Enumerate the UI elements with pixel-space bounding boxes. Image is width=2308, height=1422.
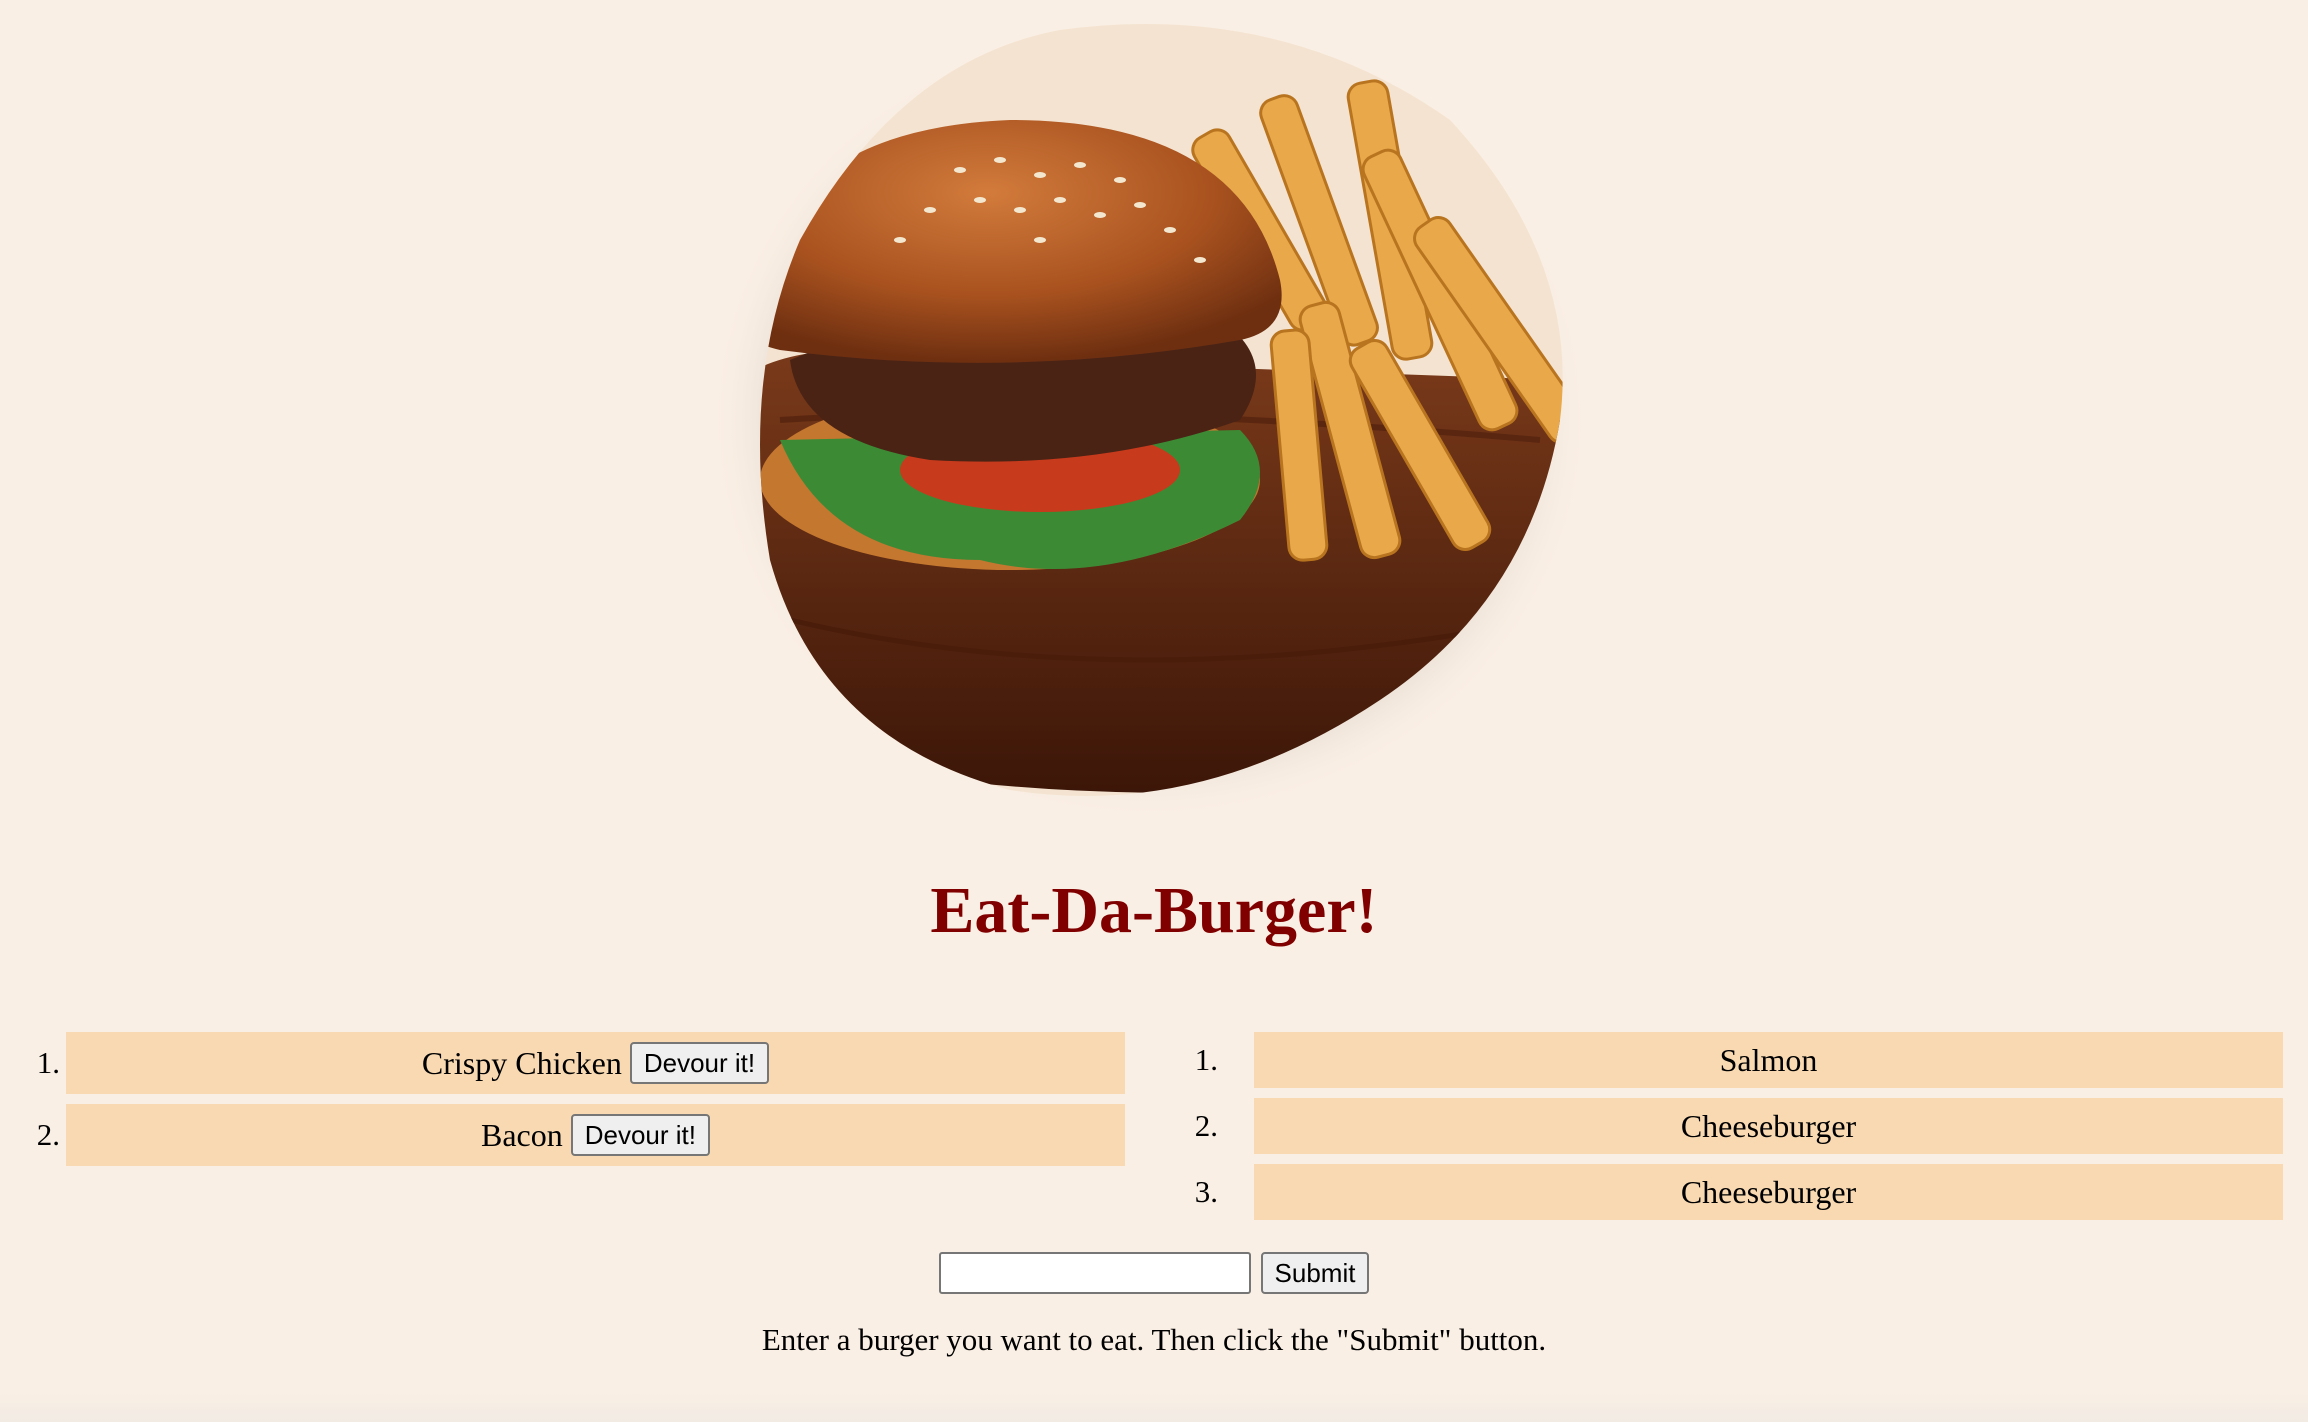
list-item: 3. Cheeseburger [1188,1164,2283,1220]
burger-illustration [710,20,1590,820]
burger-bar: Crispy Chicken Devour it! [66,1032,1125,1094]
burger-name: Salmon [1719,1041,1818,1078]
burger-bar: Salmon [1254,1032,2283,1088]
uneaten-burger-list: 1. Crispy Chicken Devour it! 2. Bacon De… [30,1032,1125,1176]
page: Eat-Da-Burger! 1. Crispy Chicken Devour … [0,0,2308,1422]
list-number: 2. [36,1117,60,1152]
burger-bar: Cheeseburger [1254,1098,2283,1154]
burger-bar: Bacon Devour it! [66,1104,1125,1166]
burger-name: Cheeseburger [1680,1107,1857,1144]
list-item: 2. Cheeseburger [1188,1098,2283,1154]
list-item: 2. Bacon Devour it! [30,1104,1125,1166]
list-number: 1. [36,1045,60,1080]
devoured-burger-list: 1. Salmon 2. Cheeseburger 3. Cheeseburge… [1188,1032,2283,1230]
add-burger-form: Submit [0,1252,2308,1294]
burger-name: Crispy Chicken [421,1044,622,1081]
list-number: 3. [1194,1174,1218,1209]
submit-button[interactable]: Submit [1260,1252,1370,1294]
burger-bar: Cheeseburger [1254,1164,2283,1220]
burger-name: Cheeseburger [1680,1173,1857,1210]
list-item: 1. Crispy Chicken Devour it! [30,1032,1125,1094]
list-item: 1. Salmon [1188,1032,2283,1088]
footer-fade [0,1392,2308,1422]
list-number: 1. [1194,1042,1218,1077]
burger-name: Bacon [480,1116,563,1153]
list-number: 2. [1194,1108,1218,1143]
burger-image [680,0,1590,820]
devour-button[interactable]: Devour it! [570,1114,710,1156]
devour-button[interactable]: Devour it! [629,1042,770,1084]
instruction-text: Enter a burger you want to eat. Then cli… [761,1322,1547,1357]
burger-name-input[interactable] [938,1252,1251,1294]
page-title: Eat-Da-Burger! [930,874,1378,947]
